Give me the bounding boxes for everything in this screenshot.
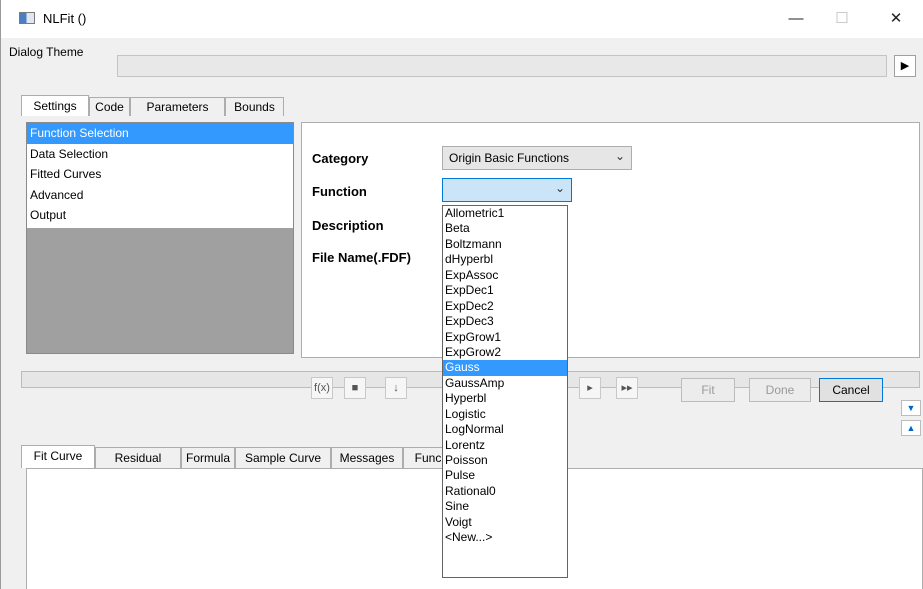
chevron-down-icon: ⌄ — [614, 149, 625, 163]
fit-until-converge-icon[interactable]: ▸▸ — [616, 377, 638, 399]
function-option[interactable]: Sine — [443, 499, 567, 514]
tab-residual[interactable]: Residual — [95, 447, 181, 468]
cancel-button[interactable]: Cancel — [819, 378, 883, 402]
tab-sample-curve[interactable]: Sample Curve — [235, 447, 331, 468]
title-bar: NLFit () — ☐ ✕ — [1, 0, 923, 38]
expand-up-icon[interactable]: ▲ — [901, 420, 921, 436]
maximize-button[interactable]: ☐ — [819, 4, 865, 34]
save-icon[interactable]: ■ — [344, 377, 366, 399]
function-select[interactable]: ⌄ — [442, 178, 572, 202]
app-icon — [19, 12, 35, 24]
settings-item-function-selection[interactable]: Function Selection — [27, 123, 293, 144]
minimize-button[interactable]: — — [773, 4, 819, 34]
collapse-down-icon[interactable]: ▼ — [901, 400, 921, 416]
nlfit-dialog: NLFit () — ☐ ✕ Dialog Theme ▶ Settings C… — [0, 0, 923, 589]
function-option-selected[interactable]: Gauss — [443, 360, 567, 376]
function-option[interactable]: GaussAmp — [443, 376, 567, 391]
function-option[interactable]: Pulse — [443, 468, 567, 483]
function-option[interactable]: Rational0 — [443, 484, 567, 499]
function-selection-panel: Category Origin Basic Functions ⌄ Functi… — [301, 122, 920, 358]
tab-code[interactable]: Code — [89, 97, 130, 116]
tab-bounds[interactable]: Bounds — [225, 97, 284, 116]
filename-label: File Name(.FDF) — [312, 250, 411, 265]
settings-tree: Function Selection Data Selection Fitted… — [26, 122, 294, 354]
function-option[interactable]: Lorentz — [443, 438, 567, 453]
function-option[interactable]: <New...> — [443, 530, 567, 545]
function-option[interactable]: Hyperbl — [443, 391, 567, 406]
step-icon[interactable]: ↓ — [385, 377, 407, 399]
function-option[interactable]: ExpAssoc — [443, 268, 567, 283]
function-option[interactable]: ExpDec2 — [443, 299, 567, 314]
window-title: NLFit () — [43, 11, 87, 26]
function-option[interactable]: ExpGrow1 — [443, 330, 567, 345]
fx-icon[interactable]: f(x) — [311, 377, 333, 399]
settings-item-fitted-curves[interactable]: Fitted Curves — [27, 164, 293, 185]
function-label: Function — [312, 184, 367, 199]
dialog-theme-arrow-button[interactable]: ▶ — [894, 55, 916, 77]
tab-fit-curve[interactable]: Fit Curve — [21, 445, 95, 468]
category-select[interactable]: Origin Basic Functions ⌄ — [442, 146, 632, 170]
tab-parameters[interactable]: Parameters — [130, 97, 225, 116]
dialog-theme-label: Dialog Theme — [9, 45, 84, 59]
function-option[interactable]: Beta — [443, 221, 567, 236]
function-option[interactable]: ExpGrow2 — [443, 345, 567, 360]
close-button[interactable]: ✕ — [873, 4, 919, 34]
function-option[interactable]: ExpDec1 — [443, 283, 567, 298]
function-option[interactable]: Boltzmann — [443, 237, 567, 252]
function-option[interactable]: dHyperbl — [443, 252, 567, 267]
iterate-icon[interactable]: ▸ — [579, 377, 601, 399]
function-option[interactable]: LogNormal — [443, 422, 567, 437]
tab-settings[interactable]: Settings — [21, 95, 89, 116]
function-option[interactable]: Allometric1 — [443, 206, 567, 221]
function-option[interactable]: Poisson — [443, 453, 567, 468]
description-label: Description — [312, 218, 384, 233]
tab-formula[interactable]: Formula — [181, 447, 235, 468]
function-dropdown-list[interactable]: Allometric1 Beta Boltzmann dHyperbl ExpA… — [442, 205, 568, 578]
tab-messages[interactable]: Messages — [331, 447, 403, 468]
chevron-down-icon: ⌄ — [554, 181, 565, 195]
settings-item-data-selection[interactable]: Data Selection — [27, 144, 293, 165]
category-label: Category — [312, 151, 369, 166]
dialog-theme-field[interactable] — [117, 55, 887, 77]
done-button[interactable]: Done — [749, 378, 811, 402]
function-option[interactable]: ExpDec3 — [443, 314, 567, 329]
function-option[interactable]: Voigt — [443, 515, 567, 530]
function-option[interactable]: Logistic — [443, 407, 567, 422]
fit-button[interactable]: Fit — [681, 378, 735, 402]
settings-item-advanced[interactable]: Advanced — [27, 185, 293, 206]
category-value: Origin Basic Functions — [449, 151, 570, 165]
settings-item-output[interactable]: Output — [27, 205, 293, 226]
